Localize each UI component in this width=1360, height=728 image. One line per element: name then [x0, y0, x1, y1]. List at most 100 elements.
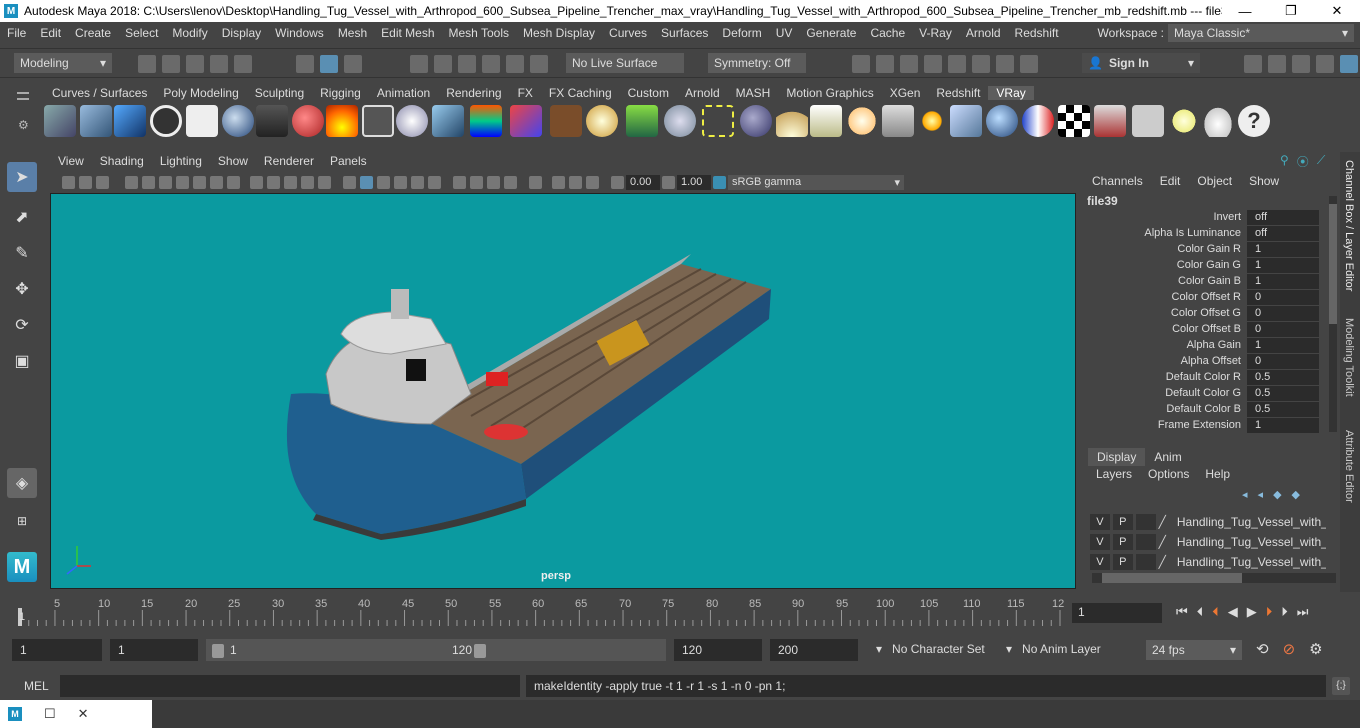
xray-icon[interactable]: [552, 175, 565, 189]
layer-playback-toggle[interactable]: P: [1112, 533, 1133, 550]
layer-playback-toggle[interactable]: P: [1112, 513, 1133, 530]
show-manipulator-icon[interactable]: ⚲: [1280, 153, 1289, 170]
ipr-render-icon[interactable]: [900, 55, 918, 73]
vray-plane-icon[interactable]: [362, 105, 394, 137]
hierarchy-mode-icon[interactable]: [296, 55, 314, 73]
channel-row[interactable]: Color Offset B 0: [1090, 321, 1326, 337]
channel-row[interactable]: Alpha Gain 1: [1090, 337, 1326, 353]
single-view-icon[interactable]: ◈: [7, 468, 37, 498]
channel-value[interactable]: off: [1247, 225, 1319, 241]
layer-display-type[interactable]: [1135, 533, 1156, 550]
layer-row[interactable]: V P ╱ Handling_Tug_Vessel_with_: [1090, 552, 1326, 571]
menu-file[interactable]: File: [0, 26, 33, 40]
channel-value[interactable]: 0.5: [1247, 369, 1319, 385]
component-mode-icon[interactable]: [344, 55, 362, 73]
paint-select-icon[interactable]: ✎: [7, 238, 37, 268]
render-settings-icon[interactable]: [924, 55, 942, 73]
depth-of-field-icon[interactable]: [504, 175, 517, 189]
channel-box-scrollbar[interactable]: [1329, 196, 1337, 432]
go-to-end-icon[interactable]: ⏭: [1297, 604, 1309, 620]
auto-key-icon[interactable]: ⊘: [1283, 640, 1296, 658]
object-mode-icon[interactable]: [320, 55, 338, 73]
rotate-tool-icon[interactable]: ⟳: [7, 310, 37, 340]
channel-value[interactable]: 1: [1247, 257, 1319, 273]
character-controls-icon[interactable]: [1268, 55, 1286, 73]
vray-light-lister-icon[interactable]: [1168, 105, 1200, 137]
use-all-lights-icon[interactable]: [411, 175, 424, 189]
wireframe-on-shaded-icon[interactable]: [377, 175, 390, 189]
tab-display-layers[interactable]: Display: [1088, 448, 1146, 466]
layer-menu-help[interactable]: Help: [1205, 467, 1230, 481]
tab-vray[interactable]: VRay: [988, 85, 1034, 100]
character-set-selector[interactable]: ▾ No Character Set: [876, 642, 985, 656]
safe-action-icon[interactable]: [267, 175, 280, 189]
layer-row[interactable]: V P ╱ Handling_Tug_Vessel_with_: [1090, 512, 1326, 531]
script-language-toggle[interactable]: MEL: [24, 679, 49, 693]
history-icon[interactable]: [530, 55, 548, 73]
four-view-icon[interactable]: ⊞: [7, 506, 37, 536]
tab-rigging[interactable]: Rigging: [312, 86, 369, 100]
command-input[interactable]: [60, 675, 520, 697]
go-to-start-icon[interactable]: ⏮: [1176, 604, 1188, 620]
vray-camera-icon[interactable]: [256, 105, 288, 137]
cb-menu-show[interactable]: Show: [1249, 174, 1279, 188]
menu-create[interactable]: Create: [68, 26, 118, 40]
color-management-icon[interactable]: [713, 175, 726, 189]
menu-generate[interactable]: Generate: [799, 26, 863, 40]
restore-icon[interactable]: ☐: [44, 706, 56, 722]
help-icon[interactable]: ?: [1238, 105, 1270, 137]
title-icon[interactable]: [318, 175, 331, 189]
channel-row[interactable]: Invert off: [1090, 209, 1326, 225]
anim-layer-selector[interactable]: ▾ No Anim Layer: [1006, 642, 1101, 656]
tab-mash[interactable]: MASH: [728, 86, 779, 100]
layer-display-type[interactable]: [1135, 513, 1156, 530]
viewport-menu-show[interactable]: Show: [210, 154, 256, 168]
vray-mesh-light-icon[interactable]: [432, 105, 464, 137]
image-plane-icon[interactable]: [125, 175, 138, 189]
open-scene-icon[interactable]: [162, 55, 180, 73]
xray-joints-icon[interactable]: [569, 175, 582, 189]
vray-sphere-icon[interactable]: [222, 105, 254, 137]
save-scene-icon[interactable]: [186, 55, 204, 73]
shadows-icon[interactable]: [428, 175, 441, 189]
node-name[interactable]: file39: [1087, 194, 1118, 208]
vray-texture-icon[interactable]: [550, 105, 582, 137]
menu-surfaces[interactable]: Surfaces: [654, 26, 715, 40]
vray-checker-icon[interactable]: [1058, 105, 1090, 137]
vray-toon-icon[interactable]: [1022, 105, 1054, 137]
vray-sphere-light-icon[interactable]: [846, 105, 878, 137]
viewport-menu-shading[interactable]: Shading: [92, 154, 152, 168]
vray-create-icon[interactable]: [44, 105, 76, 137]
layer-row[interactable]: V P ╱ Handling_Tug_Vessel_with_: [1090, 532, 1326, 551]
maximize-button[interactable]: ❐: [1268, 3, 1314, 19]
close-icon[interactable]: ✕: [78, 706, 89, 722]
new-layer-selected-icon[interactable]: ◆: [1292, 488, 1300, 501]
channel-row[interactable]: Color Gain B 1: [1090, 273, 1326, 289]
menu-mesh-tools[interactable]: Mesh Tools: [442, 26, 516, 40]
animation-end-field[interactable]: 200: [770, 639, 858, 661]
attribute-editor-icon[interactable]: [1292, 55, 1310, 73]
render-frame-icon[interactable]: [876, 55, 894, 73]
sidebar-toggle-icon[interactable]: [1020, 55, 1038, 73]
layer-visibility-toggle[interactable]: V: [1090, 553, 1110, 570]
cb-menu-object[interactable]: Object: [1197, 174, 1232, 188]
new-scene-icon[interactable]: [138, 55, 156, 73]
channel-value[interactable]: 0.5: [1247, 401, 1319, 417]
playback-start-field[interactable]: 1: [110, 639, 198, 661]
vray-material-icon[interactable]: [292, 105, 324, 137]
smooth-shade-icon[interactable]: [360, 175, 373, 189]
menu-modify[interactable]: Modify: [165, 26, 214, 40]
channel-value[interactable]: 0: [1247, 353, 1319, 369]
step-forward-key-icon[interactable]: ⏵: [1266, 604, 1273, 620]
vray-curve-icon[interactable]: [702, 105, 734, 137]
modeling-toolkit-icon[interactable]: [1244, 55, 1262, 73]
vray-env-sphere-icon[interactable]: [986, 105, 1018, 137]
menu-display[interactable]: Display: [215, 26, 268, 40]
cb-menu-channels[interactable]: Channels: [1092, 174, 1143, 188]
menu-redshift[interactable]: Redshift: [1008, 26, 1066, 40]
menu-edit[interactable]: Edit: [33, 26, 68, 40]
cb-menu-edit[interactable]: Edit: [1160, 174, 1181, 188]
animation-start-field[interactable]: 1: [12, 639, 102, 661]
channel-row[interactable]: Default Color G 0.5: [1090, 385, 1326, 401]
channel-value[interactable]: 0: [1247, 289, 1319, 305]
